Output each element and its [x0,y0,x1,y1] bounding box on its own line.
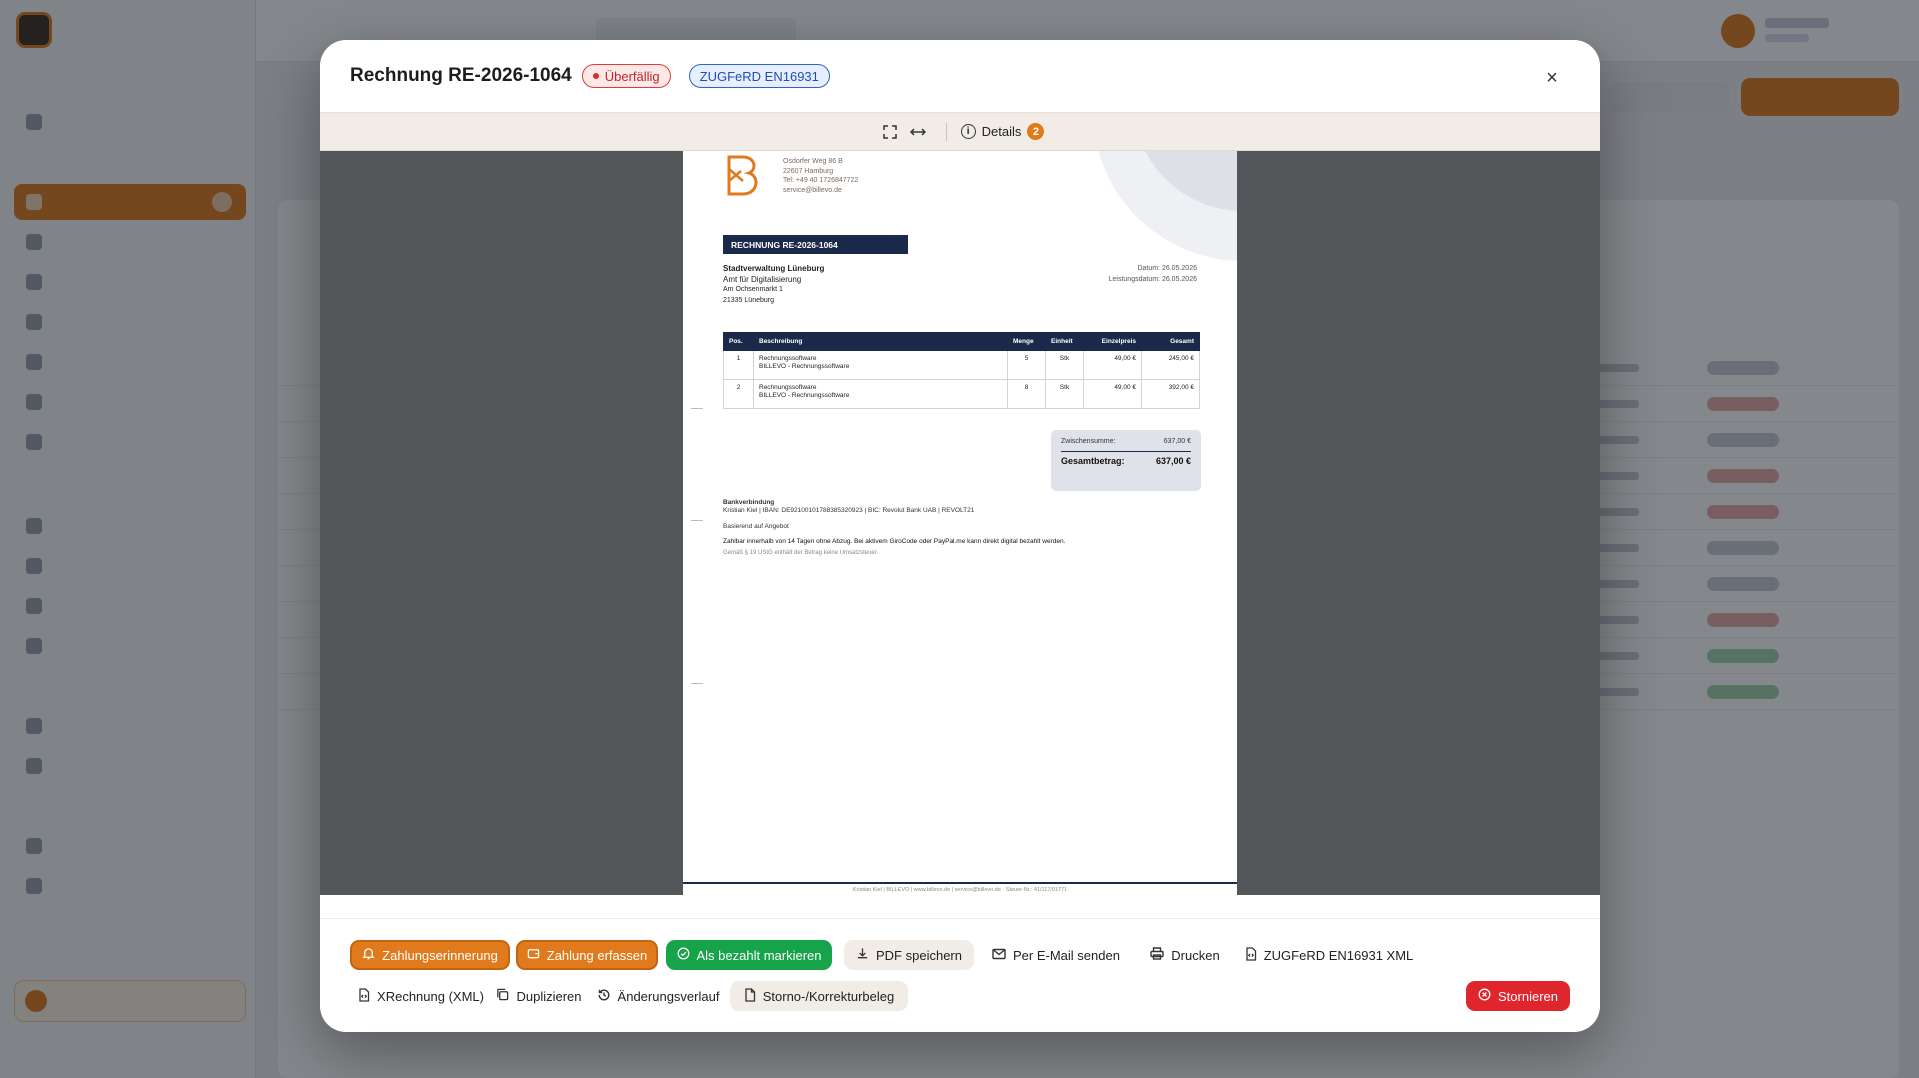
printer-icon [1150,947,1164,963]
recipient-address: Stadtverwaltung Lüneburg Amt für Digital… [723,264,825,304]
mark-paid-button[interactable]: Als bezahlt markieren [666,940,832,970]
table-row: 2 Rechnungssoftware BILLEVO - Rechnungsso… [723,379,1200,409]
close-icon[interactable]: × [1542,68,1562,88]
invoice-modal: Rechnung RE-2026-1064 Überfällig ZUGFeRD… [320,40,1600,1032]
format-badge: ZUGFeRD EN16931 [688,64,830,88]
invoice-footer: Kristian Kiel | BILLEVO | www.billevo.de… [852,887,1068,893]
invoice-dates: Datum: 26.05.2026 Leistungsdatum: 26.05.… [1108,265,1197,283]
print-button[interactable]: Drucken [1140,940,1230,970]
details-count-badge: 2 [1027,123,1045,140]
totals-box: Zwischensumme: 637,00 € Gesamtbetrag: 637,… [1051,430,1201,491]
status-dot-icon [592,73,599,79]
billevo-logo-icon [727,155,758,196]
wallet-icon [527,947,540,963]
sender-address: Osdorfer Weg 86 B 22607 Hamburg Tel: +49… [783,158,859,194]
status-badge: Überfällig [581,64,671,88]
details-button[interactable]: i Details 2 [960,123,1045,140]
file-code-icon [1245,946,1257,964]
payment-reminder-button[interactable]: Zahlungserinnerung [350,940,510,970]
bank-details: Bankverbindung Kristian Kiel | IBAN: DE9… [723,499,975,514]
pdf-viewer[interactable]: Osdorfer Weg 86 B 22607 Hamburg Tel: +49… [320,151,1600,895]
payment-terms: Zahlbar innerhalb von 14 Tagen ohne Abzu… [723,538,1066,545]
mail-icon [992,948,1006,963]
xrechnung-button[interactable]: XRechnung (XML) [358,981,484,1011]
offer-note: Basierend auf Angebot [723,523,789,530]
check-circle-icon [677,947,690,963]
history-button[interactable]: Änderungsverlauf [596,981,720,1011]
line-items-table: Pos. Beschreibung Menge Einheit Einzelpr… [723,332,1200,409]
invoice-banner: RECHNUNG RE-2026-1064 [723,235,908,254]
modal-header: Rechnung RE-2026-1064 Überfällig ZUGFeRD… [320,40,1600,112]
invoice-page: Osdorfer Weg 86 B 22607 Hamburg Tel: +49… [683,151,1237,895]
file-icon [744,987,756,1005]
zugferd-xml-button[interactable]: ZUGFeRD EN16931 XML [1244,940,1414,970]
tax-note: Gemäß § 19 UStG enthält der Betrag keine… [723,550,879,556]
modal-title: Rechnung RE-2026-1064 [350,65,572,86]
fit-width-icon[interactable] [904,118,932,146]
fullscreen-icon[interactable] [876,118,904,146]
record-payment-button[interactable]: Zahlung erfassen [516,940,658,970]
correction-document-button[interactable]: Storno-/Korrekturbeleg [730,981,908,1011]
x-circle-icon [1478,988,1491,1004]
cancel-invoice-button[interactable]: Stornieren [1466,981,1570,1011]
duplicate-button[interactable]: Duplizieren [496,981,582,1011]
file-code-icon [358,987,370,1005]
action-bar: Zahlungserinnerung Zahlung erfassen Als … [350,940,1570,1020]
download-icon [856,947,869,963]
info-icon: i [960,124,976,139]
send-email-button[interactable]: Per E-Mail senden [986,940,1126,970]
copy-icon [496,988,509,1004]
bell-icon [362,947,375,963]
viewer-toolbar: i Details 2 [320,112,1600,151]
history-icon [597,988,611,1005]
save-pdf-button[interactable]: PDF speichern [844,940,974,970]
table-row: 1 Rechnungssoftware BILLEVO - Rechnungsso… [723,350,1200,380]
